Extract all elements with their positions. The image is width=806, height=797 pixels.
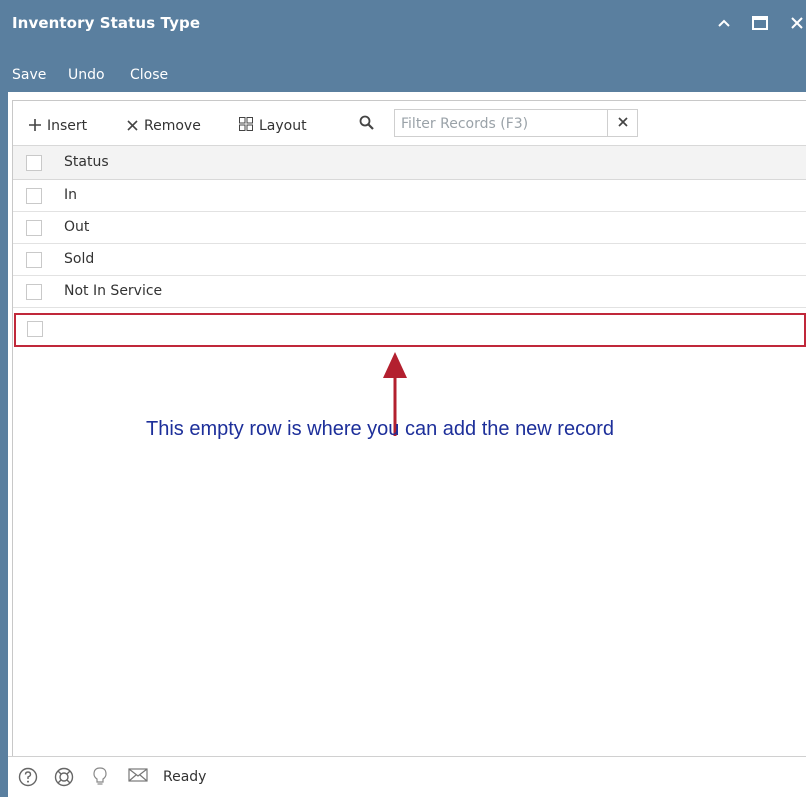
x-icon xyxy=(127,116,138,135)
row-checkbox[interactable] xyxy=(26,284,42,300)
status-cell[interactable]: In xyxy=(64,187,77,203)
filter-field xyxy=(394,109,608,137)
grid-toolbar: Insert Remove Layout xyxy=(13,101,806,145)
new-record-row-highlight[interactable] xyxy=(14,313,806,347)
minimize-icon[interactable] xyxy=(717,16,731,33)
row-checkbox[interactable] xyxy=(26,188,42,204)
status-grid: Status In Out Sold Not In Service xyxy=(13,145,806,308)
layout-label: Layout xyxy=(259,117,307,134)
annotation-text: This empty row is where you can add the … xyxy=(146,418,614,440)
layout-button[interactable]: Layout xyxy=(239,116,307,135)
select-all-checkbox[interactable] xyxy=(26,155,42,171)
grid-header: Status xyxy=(13,145,806,180)
insert-label: Insert xyxy=(47,117,88,134)
save-button[interactable]: Save xyxy=(12,67,46,83)
status-cell[interactable]: Out xyxy=(64,219,89,235)
inventory-status-type-window: Inventory Status Type Save Undo Close In… xyxy=(0,0,806,797)
row-checkbox[interactable] xyxy=(26,220,42,236)
grid-layout-icon xyxy=(239,116,253,135)
status-bar: Ready xyxy=(8,756,806,797)
lightbulb-icon[interactable] xyxy=(92,767,108,792)
left-border xyxy=(0,92,8,797)
table-row[interactable]: In xyxy=(13,180,806,212)
status-cell[interactable]: Sold xyxy=(64,251,94,267)
table-row[interactable]: Not In Service xyxy=(13,276,806,308)
maximize-icon[interactable] xyxy=(752,16,768,33)
remove-label: Remove xyxy=(144,117,201,134)
table-row[interactable]: Out xyxy=(13,212,806,244)
plus-icon xyxy=(29,116,41,135)
undo-button[interactable]: Undo xyxy=(68,67,105,83)
window-title: Inventory Status Type xyxy=(12,14,201,32)
row-checkbox[interactable] xyxy=(26,252,42,268)
remove-button[interactable]: Remove xyxy=(127,116,201,135)
status-text: Ready xyxy=(163,769,207,785)
help-icon[interactable] xyxy=(18,767,38,792)
close-icon[interactable] xyxy=(790,16,804,33)
search-icon xyxy=(359,115,375,135)
mail-icon[interactable] xyxy=(128,767,148,788)
clear-filter-icon xyxy=(617,117,628,127)
clear-filter-button[interactable] xyxy=(607,109,638,137)
title-bar: Inventory Status Type Save Undo Close xyxy=(0,0,806,92)
table-row[interactable]: Sold xyxy=(13,244,806,276)
filter-records-input[interactable] xyxy=(401,114,581,134)
support-lifebuoy-icon[interactable] xyxy=(54,767,74,792)
column-header-status[interactable]: Status xyxy=(64,154,109,170)
close-button[interactable]: Close xyxy=(130,67,168,83)
insert-button[interactable]: Insert xyxy=(29,116,87,135)
status-cell[interactable]: Not In Service xyxy=(64,283,162,299)
